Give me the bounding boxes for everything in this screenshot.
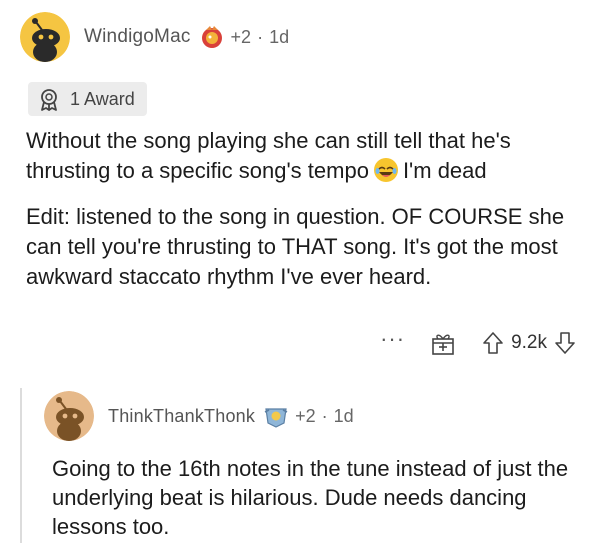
award-flair-icon bbox=[201, 26, 222, 48]
award-pill[interactable]: 1 Award bbox=[28, 82, 147, 116]
snoo-avatar-icon[interactable] bbox=[20, 12, 70, 62]
comment-paragraph-2: Edit: listened to the song in question. … bbox=[26, 204, 565, 289]
username[interactable]: ThinkThankThonk bbox=[108, 406, 255, 427]
comment-paragraph-1: Without the song playing she can still t… bbox=[26, 126, 586, 186]
laughing-emoji-icon bbox=[373, 158, 398, 182]
award-label: 1 Award bbox=[70, 88, 135, 109]
comment-body: Without the song playing she can still t… bbox=[26, 126, 586, 292]
vote-count: 9.2k bbox=[511, 332, 547, 353]
gift-icon[interactable] bbox=[431, 330, 455, 356]
score-delta: +2 bbox=[295, 405, 316, 426]
award-flair-icon bbox=[264, 408, 288, 428]
more-icon[interactable]: ··· bbox=[380, 328, 405, 352]
score-delta: +2 bbox=[230, 26, 252, 47]
separator: · bbox=[257, 26, 264, 47]
upvote-icon[interactable] bbox=[481, 330, 505, 356]
snoo-avatar-icon[interactable] bbox=[44, 391, 94, 441]
comment-age: 1d bbox=[269, 26, 290, 47]
comment-actions: ··· 9.2k bbox=[380, 326, 577, 360]
username[interactable]: WindigoMac bbox=[84, 26, 191, 48]
comment-paragraph-1-tail: I'm dead bbox=[402, 158, 487, 183]
comment-header: WindigoMac +2 · 1d bbox=[20, 12, 289, 62]
thread-line[interactable] bbox=[20, 388, 22, 543]
award-badge-icon bbox=[41, 89, 57, 111]
separator: · bbox=[321, 405, 328, 426]
reply-age: 1d bbox=[333, 405, 354, 426]
reply-body: Going to the 16th notes in the tune inst… bbox=[52, 456, 569, 539]
reply-header: ThinkThankThonk +2 · 1d bbox=[44, 390, 354, 442]
downvote-icon[interactable] bbox=[553, 330, 577, 356]
